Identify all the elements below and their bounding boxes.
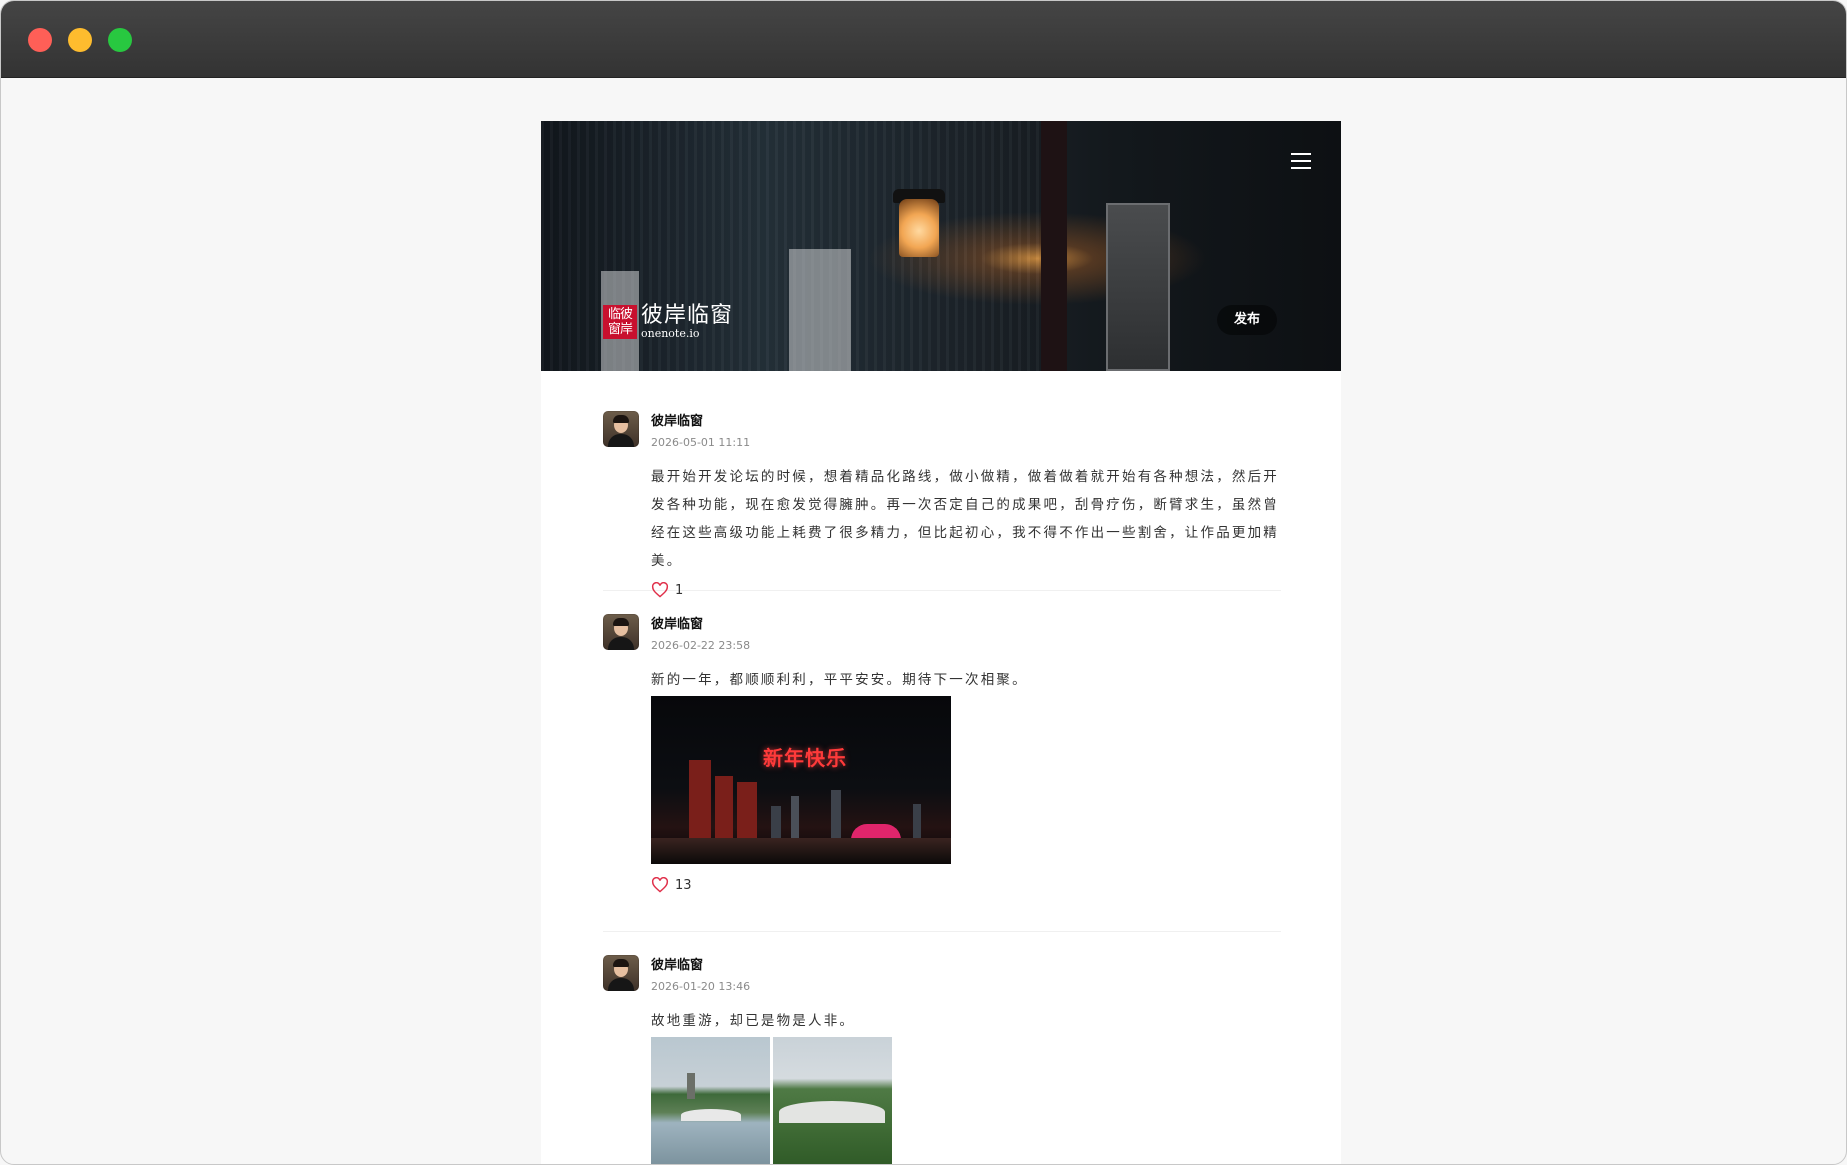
- heart-icon[interactable]: [651, 877, 669, 893]
- logo-name: 彼岸临窗: [641, 303, 734, 328]
- avatar[interactable]: [603, 614, 639, 650]
- browser-window: 临彼窗岸 彼岸临窗 onenote.io 发布 彼岸临窗 2026-05-01 …: [0, 0, 1847, 1165]
- like-count: 1: [675, 582, 684, 598]
- like-button[interactable]: 1: [651, 577, 1281, 603]
- banner-beam: [1041, 121, 1067, 371]
- like-button[interactable]: 13: [651, 872, 1281, 898]
- publish-button[interactable]: 发布: [1217, 305, 1277, 335]
- avatar[interactable]: [603, 411, 639, 447]
- logo-domain: onenote.io: [641, 327, 700, 340]
- logo-text: 彼岸临窗 onenote.io: [641, 304, 733, 340]
- post-header: 彼岸临窗 2026-02-22 23:58: [651, 614, 1281, 654]
- post-item: 彼岸临窗 2026-02-22 23:58 新的一年，都顺顺利利，平平安安。期待…: [603, 614, 1281, 932]
- post-author[interactable]: 彼岸临窗: [651, 614, 1281, 634]
- window-titlebar: [1, 1, 1846, 78]
- post-image-grid: [651, 1037, 1281, 1164]
- post-feed: 彼岸临窗 2026-05-01 11:11 最开始开发论坛的时候，想着精品化路线…: [603, 411, 1281, 1164]
- post-header: 彼岸临窗 2026-05-01 11:11: [651, 411, 1281, 451]
- menu-icon[interactable]: [1289, 149, 1315, 173]
- maximize-window-button[interactable]: [108, 28, 132, 52]
- avatar[interactable]: [603, 955, 639, 991]
- post-time: 2026-01-20 13:46: [651, 980, 751, 993]
- post-image[interactable]: 新年快乐: [651, 696, 951, 864]
- like-count: 13: [675, 877, 692, 893]
- image-caption: 新年快乐: [763, 746, 847, 770]
- banner-poster: [1106, 203, 1170, 371]
- post-content: 故地重游，却已是物是人非。: [651, 1013, 856, 1029]
- image-water: [651, 838, 951, 864]
- post-author[interactable]: 彼岸临窗: [651, 411, 1281, 431]
- site-logo[interactable]: 临彼窗岸 彼岸临窗 onenote.io: [603, 302, 733, 342]
- banner-lamp: [899, 199, 939, 257]
- post-content: 新的一年，都顺顺利利，平平安安。期待下一次相聚。: [651, 672, 1028, 688]
- post-author[interactable]: 彼岸临窗: [651, 955, 1281, 975]
- close-window-button[interactable]: [28, 28, 52, 52]
- post-image[interactable]: [651, 1037, 770, 1164]
- header-banner: 临彼窗岸 彼岸临窗 onenote.io 发布: [541, 121, 1341, 371]
- minimize-window-button[interactable]: [68, 28, 92, 52]
- post-image[interactable]: [773, 1037, 892, 1164]
- post-time: 2026-02-22 23:58: [651, 639, 751, 652]
- post-time: 2026-05-01 11:11: [651, 436, 751, 449]
- heart-icon[interactable]: [651, 582, 669, 598]
- post-item: 彼岸临窗 2026-01-20 13:46 故地重游，却已是物是人非。: [603, 955, 1281, 1164]
- post-content: 最开始开发论坛的时候，想着精品化路线，做小做精，做着做着就开始有各种想法，然后开…: [651, 469, 1279, 569]
- post-item: 彼岸临窗 2026-05-01 11:11 最开始开发论坛的时候，想着精品化路线…: [603, 411, 1281, 598]
- post-header: 彼岸临窗 2026-01-20 13:46: [651, 955, 1281, 995]
- page-container: 临彼窗岸 彼岸临窗 onenote.io 发布 彼岸临窗 2026-05-01 …: [541, 121, 1341, 1164]
- logo-seal: 临彼窗岸: [603, 305, 637, 339]
- banner-door: [789, 249, 851, 371]
